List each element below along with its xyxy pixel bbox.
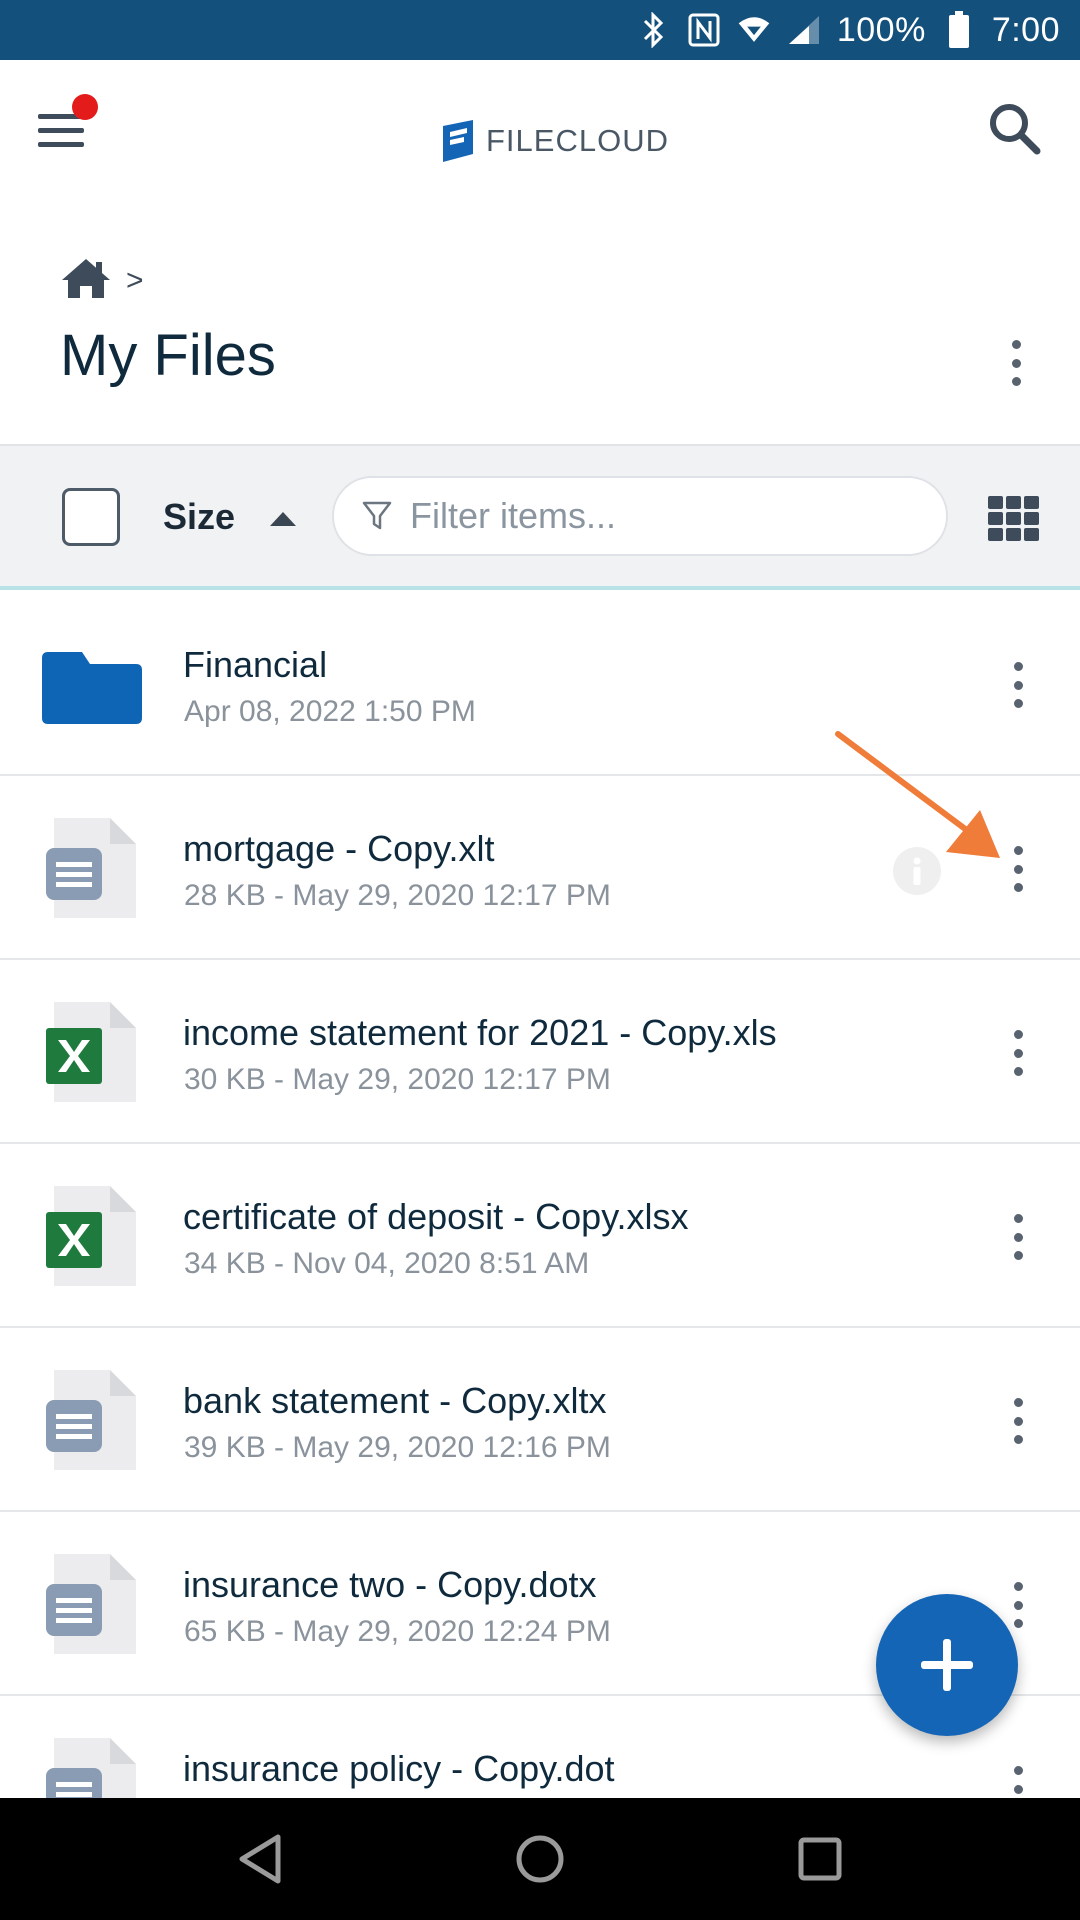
kebab-icon xyxy=(1002,1214,1034,1260)
list-item[interactable]: income statement for 2021 - Copy.xls 30 … xyxy=(0,960,1080,1144)
item-options-button[interactable] xyxy=(1002,1398,1034,1444)
home-circle-icon xyxy=(516,1835,564,1883)
item-options-button[interactable] xyxy=(1002,1214,1034,1260)
plus-icon xyxy=(921,1639,973,1691)
file-meta: Apr 08, 2022 1:50 PM xyxy=(184,695,476,728)
recents-square-icon xyxy=(798,1837,842,1881)
back-button[interactable] xyxy=(230,1829,290,1889)
logo-text: FILECLOUD xyxy=(486,123,669,158)
list-item[interactable]: bank statement - Copy.xltx 39 KB - May 2… xyxy=(0,1328,1080,1512)
document-icon xyxy=(40,1554,144,1654)
kebab-icon xyxy=(1002,1582,1034,1628)
file-name: certificate of deposit - Copy.xlsx xyxy=(183,1196,689,1237)
nfc-icon xyxy=(687,10,721,50)
excel-file-icon xyxy=(40,1186,144,1286)
recents-button[interactable] xyxy=(790,1829,850,1889)
back-triangle-icon xyxy=(239,1834,281,1884)
file-meta: 28 KB - May 29, 2020 12:17 PM xyxy=(184,879,611,912)
folder-options-button[interactable] xyxy=(1000,340,1036,386)
add-button[interactable] xyxy=(876,1594,1018,1736)
filecloud-logo-icon xyxy=(443,120,473,162)
filter-icon xyxy=(362,501,392,530)
file-name: insurance policy - Copy.dot xyxy=(183,1748,615,1789)
status-bar: 100% 7:00 xyxy=(0,0,1080,60)
filter-box[interactable] xyxy=(332,476,948,556)
file-meta: 65 KB - May 29, 2020 12:24 PM xyxy=(184,1615,611,1648)
sort-label[interactable]: Size xyxy=(163,496,235,538)
clock: 7:00 xyxy=(991,10,1060,49)
filter-input[interactable] xyxy=(410,495,910,537)
search-icon xyxy=(990,104,1041,155)
document-icon xyxy=(40,1370,144,1470)
sort-ascending-icon[interactable] xyxy=(270,512,296,526)
folder-icon xyxy=(40,634,144,734)
notification-dot xyxy=(72,94,98,120)
signal-icon xyxy=(787,10,821,50)
file-meta: 34 KB - Nov 04, 2020 8:51 AM xyxy=(184,1247,590,1280)
list-toolbar: Size xyxy=(0,444,1080,590)
app-screen: 100% 7:00 FILECLOUD > My Files Size Filt… xyxy=(0,0,1080,1920)
battery-icon xyxy=(942,10,976,50)
file-name: insurance two - Copy.dotx xyxy=(183,1564,597,1605)
breadcrumb-separator: > xyxy=(126,263,144,297)
filecloud-logo: FILECLOUD xyxy=(440,118,669,164)
home-icon[interactable] xyxy=(60,256,112,305)
menu-button[interactable] xyxy=(38,94,98,154)
page-title: My Files xyxy=(60,323,276,388)
wifi-icon xyxy=(737,10,771,50)
app-bar: FILECLOUD xyxy=(0,60,1080,210)
battery-percent: 100% xyxy=(836,10,926,49)
item-options-button[interactable] xyxy=(1002,1030,1034,1076)
bluetooth-icon xyxy=(637,10,671,50)
home-button[interactable] xyxy=(510,1829,570,1889)
file-name: income statement for 2021 - Copy.xls xyxy=(183,1012,777,1053)
item-options-button[interactable] xyxy=(1002,1582,1034,1628)
file-meta: 39 KB - May 29, 2020 12:16 PM xyxy=(184,1431,611,1464)
list-item[interactable]: certificate of deposit - Copy.xlsx 34 KB… xyxy=(0,1144,1080,1328)
item-options-button[interactable] xyxy=(1002,662,1034,708)
excel-file-icon xyxy=(40,1002,144,1102)
file-name: Financial xyxy=(183,644,328,685)
file-name: bank statement - Copy.xltx xyxy=(183,1380,607,1421)
grid-view-button[interactable] xyxy=(988,496,1040,542)
kebab-icon xyxy=(1002,1398,1034,1444)
breadcrumb: > xyxy=(60,256,144,305)
annotation-arrow-icon xyxy=(835,731,1000,858)
kebab-icon xyxy=(1000,340,1032,386)
system-nav-bar xyxy=(0,1798,1080,1920)
file-name: mortgage - Copy.xlt xyxy=(183,828,495,869)
kebab-icon xyxy=(1002,1030,1034,1076)
document-icon xyxy=(40,818,144,918)
select-all-checkbox[interactable] xyxy=(62,488,120,546)
file-meta: 30 KB - May 29, 2020 12:17 PM xyxy=(184,1063,611,1096)
menu-icon-bar xyxy=(38,142,84,147)
grid-view-icon xyxy=(988,496,1039,541)
kebab-icon xyxy=(1002,662,1034,708)
search-button[interactable] xyxy=(986,100,1042,156)
menu-icon-bar xyxy=(38,128,84,133)
